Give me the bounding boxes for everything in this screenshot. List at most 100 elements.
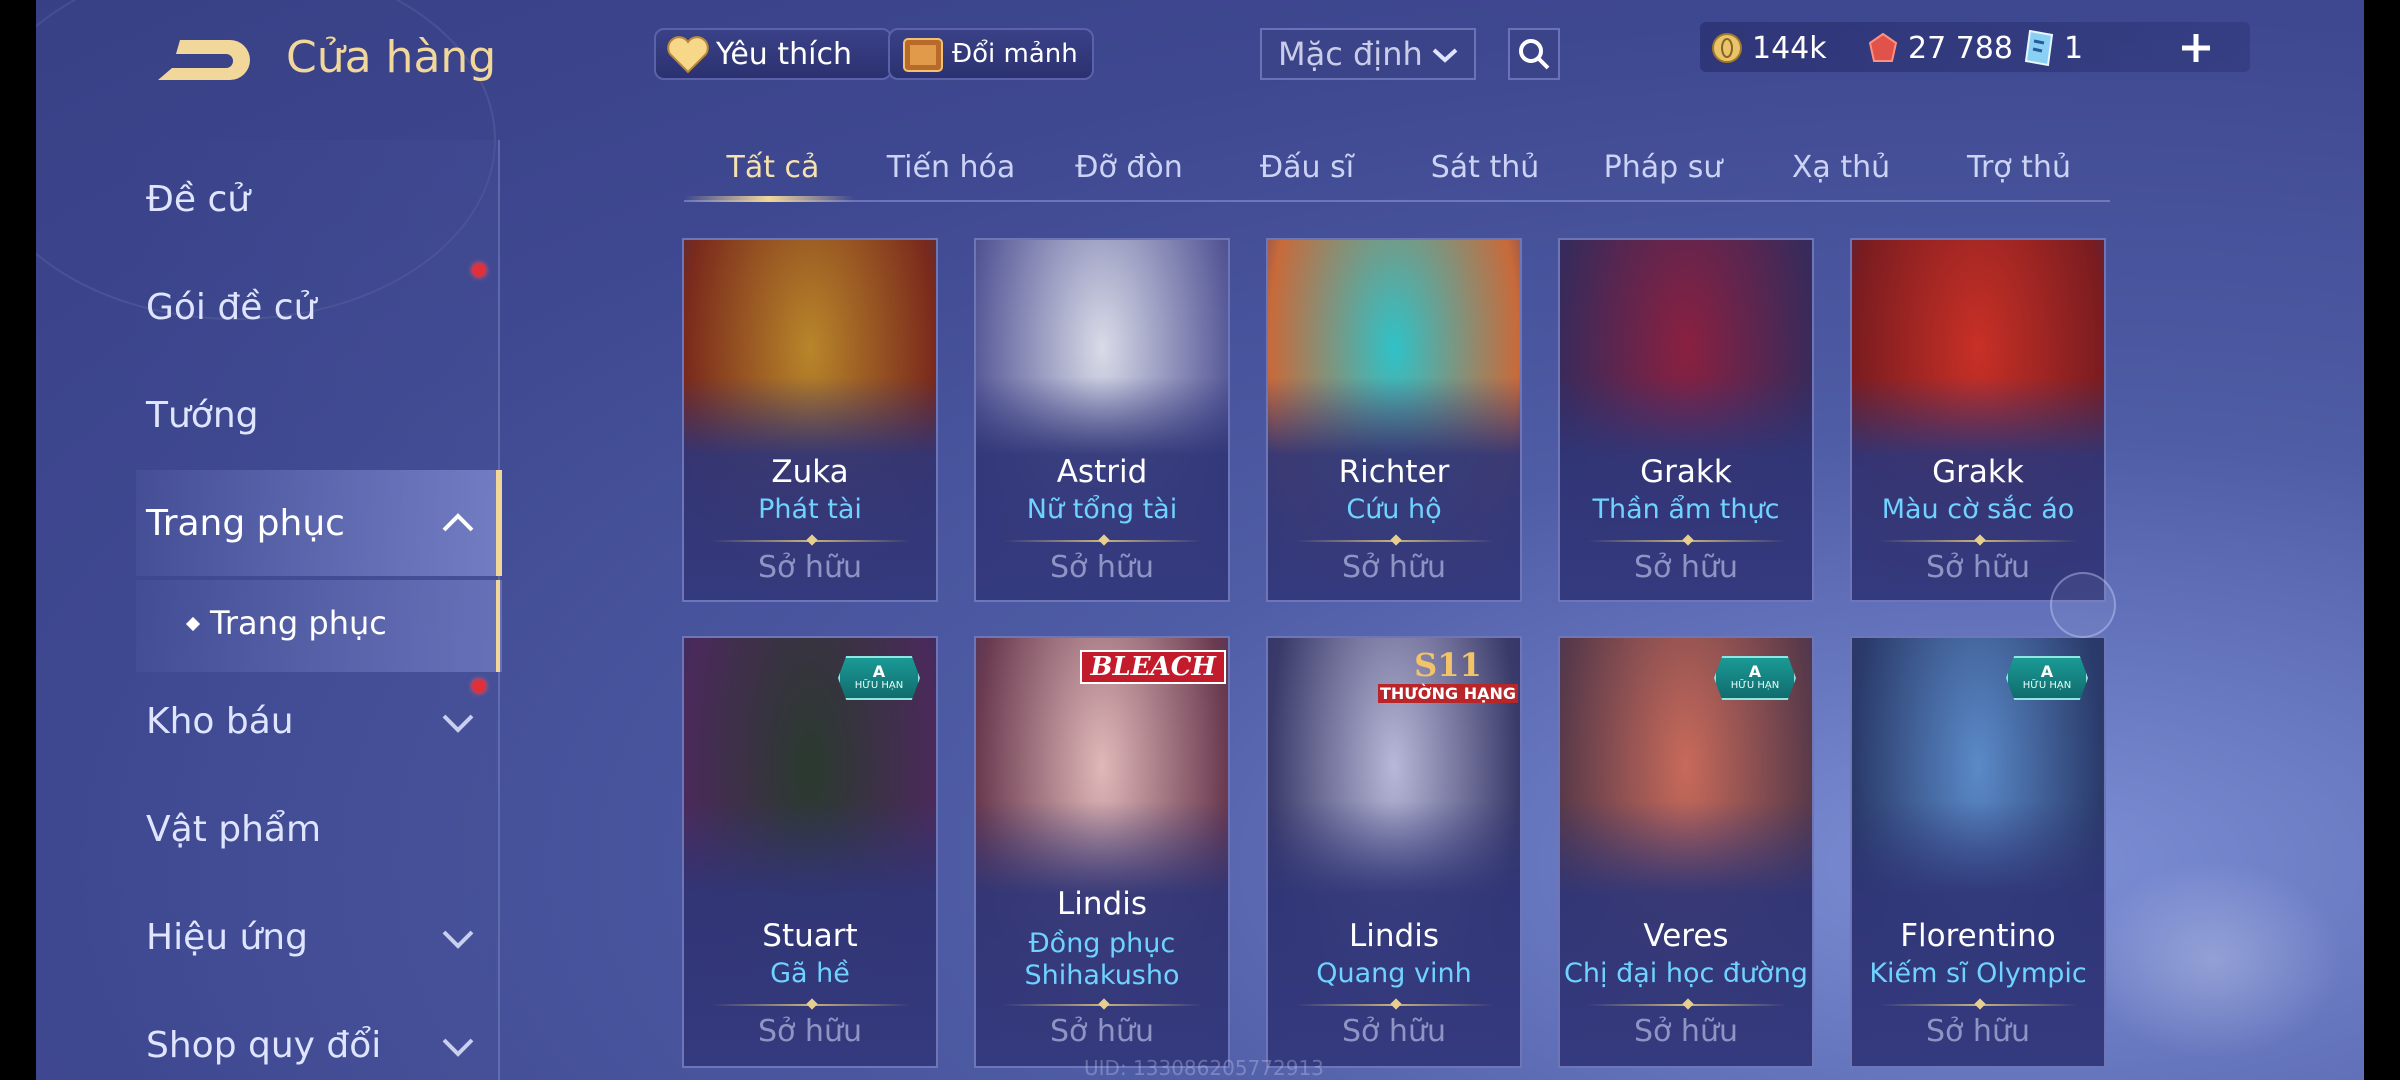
owned-status: Sở hữu [1634,1014,1738,1049]
limited-badge: A HỮU HẠN [838,656,920,700]
skin-card[interactable]: Zuka Phát tài Sở hữu [682,238,938,602]
sidebar-item-kho-bau[interactable]: Kho báu [146,686,476,756]
sidebar-item-trang-phuc[interactable]: Trang phục [146,488,476,558]
sidebar-item-vat-pham[interactable]: Vật phẩm [146,794,476,864]
owned-status: Sở hữu [1050,1014,1154,1049]
season-badge: S11 THƯỜNG HẠNG [1378,646,1518,708]
skin-card[interactable]: Richter Cứu hộ Sở hữu [1266,238,1522,602]
voucher-icon [2024,29,2054,67]
hero-name: Grakk [1640,454,1732,490]
hero-name: Lindis [1349,918,1439,954]
gold-coin-icon [1712,33,1742,63]
sidebar-item-hieu-ung[interactable]: Hiệu ứng [146,902,476,972]
bleach-collab-badge: BLEACH [1080,650,1226,684]
owned-status: Sở hữu [1926,1014,2030,1049]
hero-name: Astrid [1056,454,1148,490]
skin-name-line1: Đồng phục [1028,928,1176,959]
hero-name: Veres [1643,918,1729,954]
voucher-currency: 1 [2022,24,2083,72]
background-glow [2084,860,2344,1060]
sidebar-subitem-trang-phuc[interactable]: Trang phục [210,604,387,642]
back-button[interactable] [150,30,250,90]
ruby-currency: 27 788 [1866,24,2013,72]
ruby-amount: 27 788 [1908,30,2013,66]
tab-dau-si[interactable]: Đấu sĩ [1218,150,1396,185]
chevron-down-icon [442,1038,474,1057]
sidebar-item-label: Shop quy đổi [146,1024,382,1066]
heart-icon [667,36,709,74]
owned-status: Sở hữu [1634,550,1738,585]
tab-xa-thu[interactable]: Xạ thủ [1752,150,1930,185]
shard-exchange-label: Đổi mảnh [952,39,1078,69]
sidebar-item-tuong[interactable]: Tướng [146,380,476,450]
skin-name: Thần ẩm thực [1592,494,1780,525]
owned-status: Sở hữu [1050,550,1154,585]
skin-name: Quang vinh [1316,958,1472,989]
skin-name: Kiếm sĩ Olympic [1869,958,2087,989]
skin-name: Cứu hộ [1346,494,1442,525]
favorite-button[interactable]: Yêu thích [654,28,892,80]
chevron-down-icon [442,714,474,733]
active-tab-underline [684,196,854,202]
ruby-icon [1868,32,1898,62]
skin-name: Nữ tổng tài [1026,494,1178,525]
hero-name: Richter [1338,454,1450,490]
sidebar-item-de-cu[interactable]: Đề cử [146,164,476,234]
limited-badge: A HỮU HẠN [2006,656,2088,700]
tab-phap-su[interactable]: Pháp sư [1574,150,1752,185]
sidebar-item-goi-de-cu[interactable]: Gói đề cử [146,272,476,342]
sidebar-item-label: Kho báu [146,700,294,742]
skin-name: Chị đại học đường [1564,958,1808,989]
shard-chest-icon [903,38,943,72]
tab-tat-ca[interactable]: Tất cả [684,150,862,185]
owned-status: Sở hữu [1342,1014,1446,1049]
sidebar-item-label: Vật phẩm [146,808,322,850]
skin-name: Màu cờ sắc áo [1881,494,2075,525]
sort-dropdown[interactable]: Mặc định [1260,28,1476,80]
chevron-up-icon [442,513,474,532]
tabs-divider [684,200,2110,202]
skin-name: Phát tài [758,494,862,525]
owned-status: Sở hữu [758,1014,862,1049]
limited-badge: A HỮU HẠN [1714,656,1796,700]
skin-card[interactable]: Grakk Thần ẩm thực Sở hữu [1558,238,1814,602]
tab-tien-hoa[interactable]: Tiến hóa [862,150,1040,185]
skin-card[interactable]: Astrid Nữ tổng tài Sở hữu [974,238,1230,602]
category-tabs: Tất cả Tiến hóa Đỡ đòn Đấu sĩ Sát thủ Ph… [684,140,2110,204]
plus-icon [2182,34,2210,62]
gold-amount: 144k [1752,30,1827,66]
search-button[interactable] [1508,28,1560,80]
tab-tro-thu[interactable]: Trợ thủ [1930,150,2108,185]
sidebar-item-label: Tướng [146,394,259,436]
sidebar-item-label: Gói đề cử [146,286,317,328]
hero-name: Stuart [762,918,858,954]
sidebar-subitem-indicator [496,580,500,672]
sidebar-item-shop-quy-doi[interactable]: Shop quy đổi [146,1010,476,1080]
tab-sat-thu[interactable]: Sát thủ [1396,150,1574,185]
tab-do-don[interactable]: Đỡ đòn [1040,150,1218,185]
season-badge-label: THƯỜNG HẠNG [1378,684,1518,703]
skin-card[interactable]: A HỮU HẠN Florentino Kiếm sĩ Olympic Sở … [1850,636,2106,1068]
shard-exchange-button[interactable]: Đổi mảnh [888,28,1094,80]
favorite-label: Yêu thích [716,36,852,72]
search-icon [1519,39,1550,70]
hero-name: Florentino [1900,918,2056,954]
hero-name: Zuka [771,454,849,490]
gold-currency: 144k [1710,24,1827,72]
hero-name: Grakk [1932,454,2024,490]
sidebar-item-label: Hiệu ứng [146,916,308,958]
notification-dot [472,263,486,277]
page-title: Cửa hàng [286,32,497,83]
skin-card[interactable]: Grakk Màu cờ sắc áo Sở hữu [1850,238,2106,602]
add-currency-button[interactable] [2176,28,2216,68]
skin-card[interactable]: A HỮU HẠN Stuart Gã hề Sở hữu [682,636,938,1068]
sort-selected-value: Mặc định [1278,35,1423,73]
owned-status: Sở hữu [758,550,862,585]
skin-card[interactable]: S11 THƯỜNG HẠNG Lindis Quang vinh Sở hữu [1266,636,1522,1068]
user-id: UID: 133086205772913 [1084,1056,1324,1080]
sidebar-active-indicator [496,470,502,576]
skin-card[interactable]: BLEACH Lindis Đồng phục Shihakusho Sở hữ… [974,636,1230,1068]
voucher-amount: 1 [2064,30,2084,66]
skin-card[interactable]: A HỮU HẠN Veres Chị đại học đường Sở hữu [1558,636,1814,1068]
floating-assist-button[interactable] [2050,572,2116,638]
